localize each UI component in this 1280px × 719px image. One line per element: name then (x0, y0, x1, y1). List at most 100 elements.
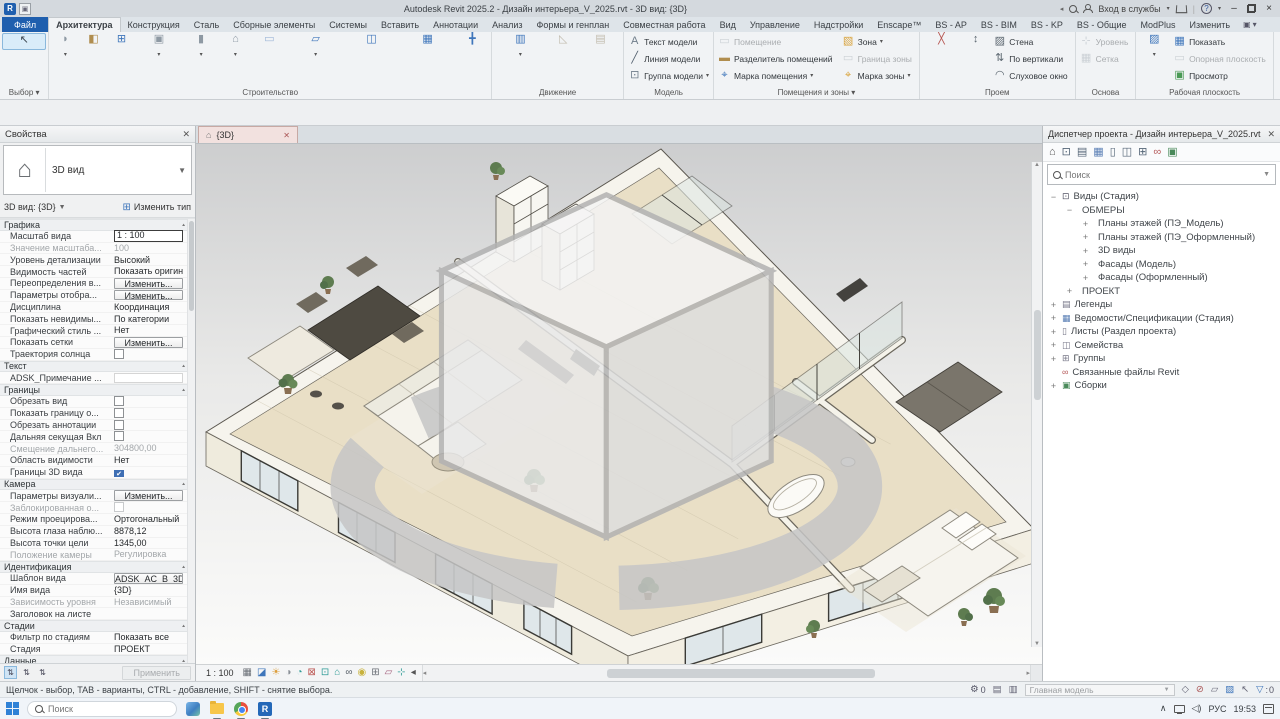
set-work-plane-button[interactable]: ▨ Задать ▾ (1138, 33, 1170, 50)
property-row[interactable]: Показать невидимы... По категории (0, 313, 195, 325)
property-row[interactable]: Показать сетки Изменить... (0, 337, 195, 349)
chevron-down-icon[interactable]: ▼ (59, 204, 66, 211)
edit-type-button[interactable]: ⊞ Изменить тип (122, 202, 191, 213)
chevron-down-icon[interactable]: ▼ (1263, 171, 1270, 178)
room-tag-button[interactable]: ⌖ Марка помещения ▾ (716, 67, 838, 84)
property-group-header[interactable]: Текст ▲▲ (0, 361, 195, 373)
modify-button[interactable]: ↖ Изменить (2, 33, 46, 50)
tree-item[interactable]: + 3D виды (1043, 244, 1280, 258)
property-row[interactable]: Зависимость уровня Независимый (0, 597, 195, 609)
curtain-system-button[interactable]: ◫ Стеновое ограждение (344, 33, 400, 50)
sort-asc-icon[interactable]: ⇅ (20, 666, 33, 679)
search-icon[interactable] (1069, 5, 1077, 13)
dormer-opening-button[interactable]: ◠ Слуховое окно (991, 67, 1072, 84)
help-icon[interactable]: ? (1201, 3, 1212, 14)
model-line-button[interactable]: ╱ Линия модели (626, 50, 711, 67)
taskbar-search-input[interactable] (48, 704, 169, 714)
ref-plane-button[interactable]: ▭ Опорная плоскость (1171, 50, 1271, 67)
select-underlay-icon[interactable]: ⊘ (1196, 685, 1204, 695)
ramp-button[interactable]: ◺ Пандус (547, 33, 580, 50)
apply-button[interactable]: Применить (122, 666, 191, 680)
expand-icon[interactable]: + (1049, 327, 1058, 337)
crop-region-icon[interactable]: ⊡ (321, 668, 329, 678)
property-row[interactable]: Дисциплина Координация (0, 302, 195, 314)
door-button[interactable]: ◧ Дверь (79, 33, 107, 50)
property-row[interactable]: Параметры отобра... Изменить... (0, 290, 195, 302)
sort-desc-icon[interactable]: ⇅ (36, 666, 49, 679)
file-explorer-icon[interactable] (209, 701, 225, 717)
viewcube[interactable] (196, 144, 1042, 664)
ribbon-tab[interactable]: Конструкция (121, 17, 187, 32)
ribbon-tab[interactable]: BS - Общие (1070, 17, 1134, 32)
property-row[interactable]: Значение масштаба... 100 (0, 243, 195, 255)
panel-label[interactable]: Рабочая плоскость (1138, 86, 1271, 99)
panel-label[interactable]: Основа (1078, 86, 1134, 99)
signin-dropdown-icon[interactable]: ▾ (1167, 5, 1170, 12)
design-options-icon[interactable]: ▥ (1009, 685, 1018, 695)
property-group-header[interactable]: Графика ▲▲ (0, 219, 195, 231)
links-icon[interactable]: ∞ (1153, 147, 1161, 158)
help-dropdown-icon[interactable]: ▾ (1218, 5, 1221, 12)
wall-button[interactable]: ◗ Стена ▾ (51, 33, 79, 50)
start-button[interactable] (6, 702, 19, 715)
column-button[interactable]: ▮ Колонна ▾ (182, 33, 219, 50)
property-row[interactable]: Имя вида {3D} (0, 585, 195, 597)
chrome-icon[interactable] (233, 701, 249, 717)
crop-view-icon[interactable]: ⊠ (308, 668, 316, 678)
render-dialog-icon[interactable]: ◔ (296, 668, 302, 678)
property-row[interactable]: Высота глаза наблю... 8878,12 (0, 526, 195, 538)
horizontal-scrollbar[interactable]: ◂▸ (422, 665, 1030, 681)
tree-item[interactable]: + Фасады (Модель) (1043, 258, 1280, 272)
select-pinned-icon[interactable]: ▱ (1211, 685, 1218, 695)
tree-item[interactable]: + ▯ Листы (Раздел проекта) (1043, 325, 1280, 339)
property-group-header[interactable]: Данные ▲▲ (0, 655, 195, 663)
mullion-button[interactable]: ╋ Импост (456, 33, 489, 50)
panel-label[interactable]: Выбор ▾ (2, 86, 46, 99)
property-row[interactable]: Заблокированная о... (0, 502, 195, 514)
tree-item[interactable]: + ⊞ Группы (1043, 352, 1280, 366)
selection-filter[interactable]: ▽ 0 (1256, 685, 1274, 695)
close-icon[interactable]: ✕ (1267, 129, 1275, 140)
volume-icon[interactable]: ◁) (1192, 703, 1202, 714)
property-row[interactable]: Графический стиль ... Нет (0, 325, 195, 337)
revit-taskbar-icon[interactable]: R (257, 701, 273, 717)
expand-icon[interactable]: + (1049, 381, 1058, 391)
model-group-button[interactable]: ⊡ Группа модели ▾ (626, 67, 711, 84)
browser-search[interactable]: ▼ (1047, 164, 1276, 185)
panel-label[interactable]: Помещения и зоны ▾ (716, 86, 917, 99)
expand-icon[interactable]: + (1081, 259, 1090, 269)
minimize-button[interactable]: – (1227, 3, 1241, 14)
ribbon-tab[interactable]: Системы (322, 17, 374, 32)
select-links-icon[interactable]: ◇ (1182, 685, 1189, 695)
type-selector[interactable]: ⌂ 3D вид ▼ (3, 145, 192, 195)
sign-in-button[interactable]: Вход в службы (1098, 4, 1160, 14)
component-button[interactable]: ▣ Компонент ▾ (136, 33, 183, 50)
worksets-icon[interactable]: ▤ (993, 685, 1002, 695)
tree-item[interactable]: + ▣ Сборки (1043, 379, 1280, 393)
shadows-icon[interactable]: ◑ (285, 668, 291, 678)
tree-item[interactable]: + Планы этажей (ПЭ_Оформленный) (1043, 231, 1280, 245)
store-cart-icon[interactable] (1175, 5, 1187, 13)
panel-label[interactable]: Строительство (51, 86, 489, 99)
tree-item[interactable]: ∞ Связанные файлы Revit (1043, 366, 1280, 380)
account-icon[interactable] (1083, 4, 1092, 13)
ribbon-tab[interactable]: Enscape™ (870, 17, 928, 32)
property-row[interactable]: Границы 3D вида (0, 467, 195, 479)
property-row[interactable]: Траектория солнца (0, 349, 195, 361)
expand-icon[interactable]: + (1081, 273, 1090, 283)
vertical-scrollbar[interactable]: ▲▼ (1031, 162, 1042, 647)
expand-icon[interactable]: + (1065, 286, 1074, 296)
property-group-header[interactable]: Камера ▲▲ (0, 479, 195, 491)
grid-button[interactable]: ▦ Сетка (1078, 50, 1134, 67)
sun-path-icon[interactable]: ☀ (271, 668, 280, 678)
home-icon[interactable]: ⌂ (1049, 147, 1056, 158)
property-row[interactable]: Высота точки цели 1345,00 (0, 538, 195, 550)
ribbon-display-toggle[interactable]: ▣▾ (1237, 17, 1263, 32)
expand-icon[interactable]: − (1065, 205, 1074, 215)
ribbon-tab[interactable]: Сборные элементы (226, 17, 322, 32)
language-indicator[interactable]: РУС (1208, 704, 1226, 714)
drag-on-selection-icon[interactable]: ↖ (1241, 685, 1249, 695)
property-group-header[interactable]: Стадии ▲▲ (0, 620, 195, 632)
unlock-3d-view-icon[interactable]: ⌂ (334, 668, 340, 678)
view-tab-3d[interactable]: ⌂ {3D} ✕ (198, 126, 298, 143)
